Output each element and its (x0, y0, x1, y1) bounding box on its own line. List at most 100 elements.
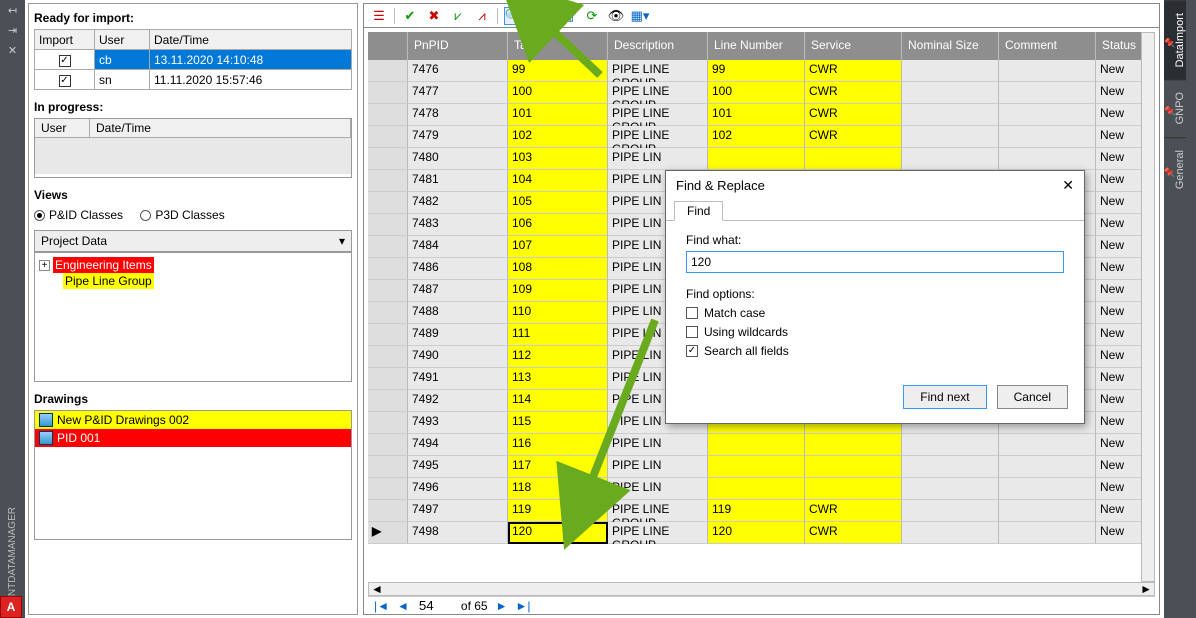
col-pnpid[interactable]: PnPID (408, 32, 508, 60)
vertical-scrollbar[interactable] (1141, 32, 1155, 582)
cell[interactable] (902, 478, 999, 500)
cell[interactable] (999, 522, 1096, 544)
checkbox-icon[interactable]: ✓ (59, 75, 71, 87)
check-green-icon[interactable]: ✔ (401, 7, 419, 25)
progress-col-datetime[interactable]: Date/Time (90, 119, 351, 137)
cell[interactable] (805, 456, 902, 478)
cell[interactable]: PIPE LIN (608, 148, 708, 170)
import-row[interactable]: ✓ cb 13.11.2020 14:10:48 (35, 50, 352, 70)
table-row[interactable]: 747699PIPE LINE GROUP99CWRNew (368, 60, 1155, 82)
cell[interactable]: CWR (805, 522, 902, 544)
cell[interactable]: 7478 (408, 104, 508, 126)
find-what-input[interactable] (686, 251, 1064, 273)
cell[interactable]: 102 (708, 126, 805, 148)
tree-expander-icon[interactable]: + (39, 260, 50, 271)
cell[interactable]: 7498 (408, 522, 508, 544)
cell[interactable]: 112 (508, 346, 608, 368)
cell[interactable]: CWR (805, 126, 902, 148)
col-comment[interactable]: Comment (999, 32, 1096, 60)
cell[interactable]: 118 (508, 478, 608, 500)
pager-next-icon[interactable]: ► (496, 599, 508, 613)
horizontal-scrollbar[interactable]: ◄► (368, 582, 1155, 596)
cell[interactable] (708, 456, 805, 478)
cell[interactable]: PIPE LINE GROUP (608, 82, 708, 104)
cell[interactable]: 7489 (408, 324, 508, 346)
cell[interactable] (902, 126, 999, 148)
cell[interactable]: 108 (508, 258, 608, 280)
cell[interactable]: 99 (508, 60, 608, 82)
project-data-combo[interactable]: Project Data ▾ (34, 230, 352, 252)
cell[interactable] (902, 456, 999, 478)
cell[interactable] (902, 500, 999, 522)
opt-wildcards[interactable]: Using wildcards (686, 325, 1064, 339)
cross-red-icon[interactable]: ✖ (425, 7, 443, 25)
project-tree[interactable]: +Engineering Items Pipe Line Group (34, 252, 352, 382)
cell[interactable]: 119 (708, 500, 805, 522)
cell[interactable] (999, 82, 1096, 104)
pager-prev-icon[interactable]: ◄ (397, 599, 409, 613)
table-row[interactable]: 7495117PIPE LINNew (368, 456, 1155, 478)
table-row[interactable]: 7494116PIPE LINNew (368, 434, 1155, 456)
refresh-icon[interactable]: ⟳ (583, 7, 601, 25)
cell[interactable] (999, 478, 1096, 500)
cell[interactable] (708, 148, 805, 170)
radio-pid-classes[interactable]: P&ID Classes (34, 208, 123, 222)
check-multi-icon[interactable]: ⩗ (449, 7, 467, 25)
cell[interactable]: PIPE LINE GROUP (608, 60, 708, 82)
cell[interactable]: 114 (508, 390, 608, 412)
cell[interactable] (902, 82, 999, 104)
cell[interactable]: CWR (805, 82, 902, 104)
tab-gnpo[interactable]: 📌GNPO (1164, 79, 1186, 136)
table-row[interactable]: 7497119PIPE LINE GROUP119CWRNew (368, 500, 1155, 522)
target-icon[interactable]: ◎ (528, 7, 546, 25)
cell[interactable]: 107 (508, 236, 608, 258)
cell[interactable]: 119 (508, 500, 608, 522)
cell[interactable]: 120 (508, 522, 608, 544)
progress-col-user[interactable]: User (35, 119, 90, 137)
cell[interactable]: 111 (508, 324, 608, 346)
opt-match-case[interactable]: Match case (686, 306, 1064, 320)
col-nominal-size[interactable]: Nominal Size (902, 32, 999, 60)
cell[interactable] (902, 434, 999, 456)
cell[interactable]: 7481 (408, 170, 508, 192)
table-row[interactable]: 7478101PIPE LINE GROUP101CWRNew (368, 104, 1155, 126)
cell[interactable]: 7491 (408, 368, 508, 390)
cell[interactable] (902, 104, 999, 126)
cell[interactable]: PIPE LIN (608, 478, 708, 500)
col-service[interactable]: Service (805, 32, 902, 60)
cell[interactable]: 7496 (408, 478, 508, 500)
cell[interactable]: 7477 (408, 82, 508, 104)
cell[interactable]: 7486 (408, 258, 508, 280)
cell[interactable]: PIPE LIN (608, 434, 708, 456)
cell[interactable] (805, 148, 902, 170)
cell[interactable]: 101 (508, 104, 608, 126)
cell[interactable] (999, 60, 1096, 82)
tree-node-pipeline[interactable]: Pipe Line Group (63, 273, 154, 289)
col-description[interactable]: Description (608, 32, 708, 60)
tab-dataimport[interactable]: 📌DataImport (1164, 0, 1186, 79)
cell[interactable]: PIPE LIN (608, 456, 708, 478)
cell[interactable]: PIPE LINE GROUP (608, 126, 708, 148)
import-row[interactable]: ✓ sn 11.11.2020 15:57:46 (35, 70, 352, 90)
cancel-button[interactable]: Cancel (997, 385, 1068, 409)
cell[interactable]: 7495 (408, 456, 508, 478)
cell[interactable] (999, 434, 1096, 456)
cell[interactable]: 101 (708, 104, 805, 126)
table-row[interactable]: 7479102PIPE LINE GROUP102CWRNew (368, 126, 1155, 148)
col-line-number[interactable]: Line Number (708, 32, 805, 60)
cross-multi-icon[interactable]: ⩘ (473, 7, 491, 25)
import-col-import[interactable]: Import (35, 30, 95, 50)
cell[interactable] (999, 148, 1096, 170)
cell[interactable] (902, 522, 999, 544)
cell[interactable] (805, 478, 902, 500)
cell[interactable]: 115 (508, 412, 608, 434)
cell[interactable]: 109 (508, 280, 608, 302)
pager-position-input[interactable] (417, 597, 453, 614)
cell[interactable]: 7493 (408, 412, 508, 434)
cell[interactable]: 7480 (408, 148, 508, 170)
cell[interactable]: 7488 (408, 302, 508, 324)
cell[interactable] (902, 148, 999, 170)
cell[interactable]: 113 (508, 368, 608, 390)
cell[interactable]: PIPE LINE GROUP (608, 522, 708, 544)
cell[interactable]: 117 (508, 456, 608, 478)
